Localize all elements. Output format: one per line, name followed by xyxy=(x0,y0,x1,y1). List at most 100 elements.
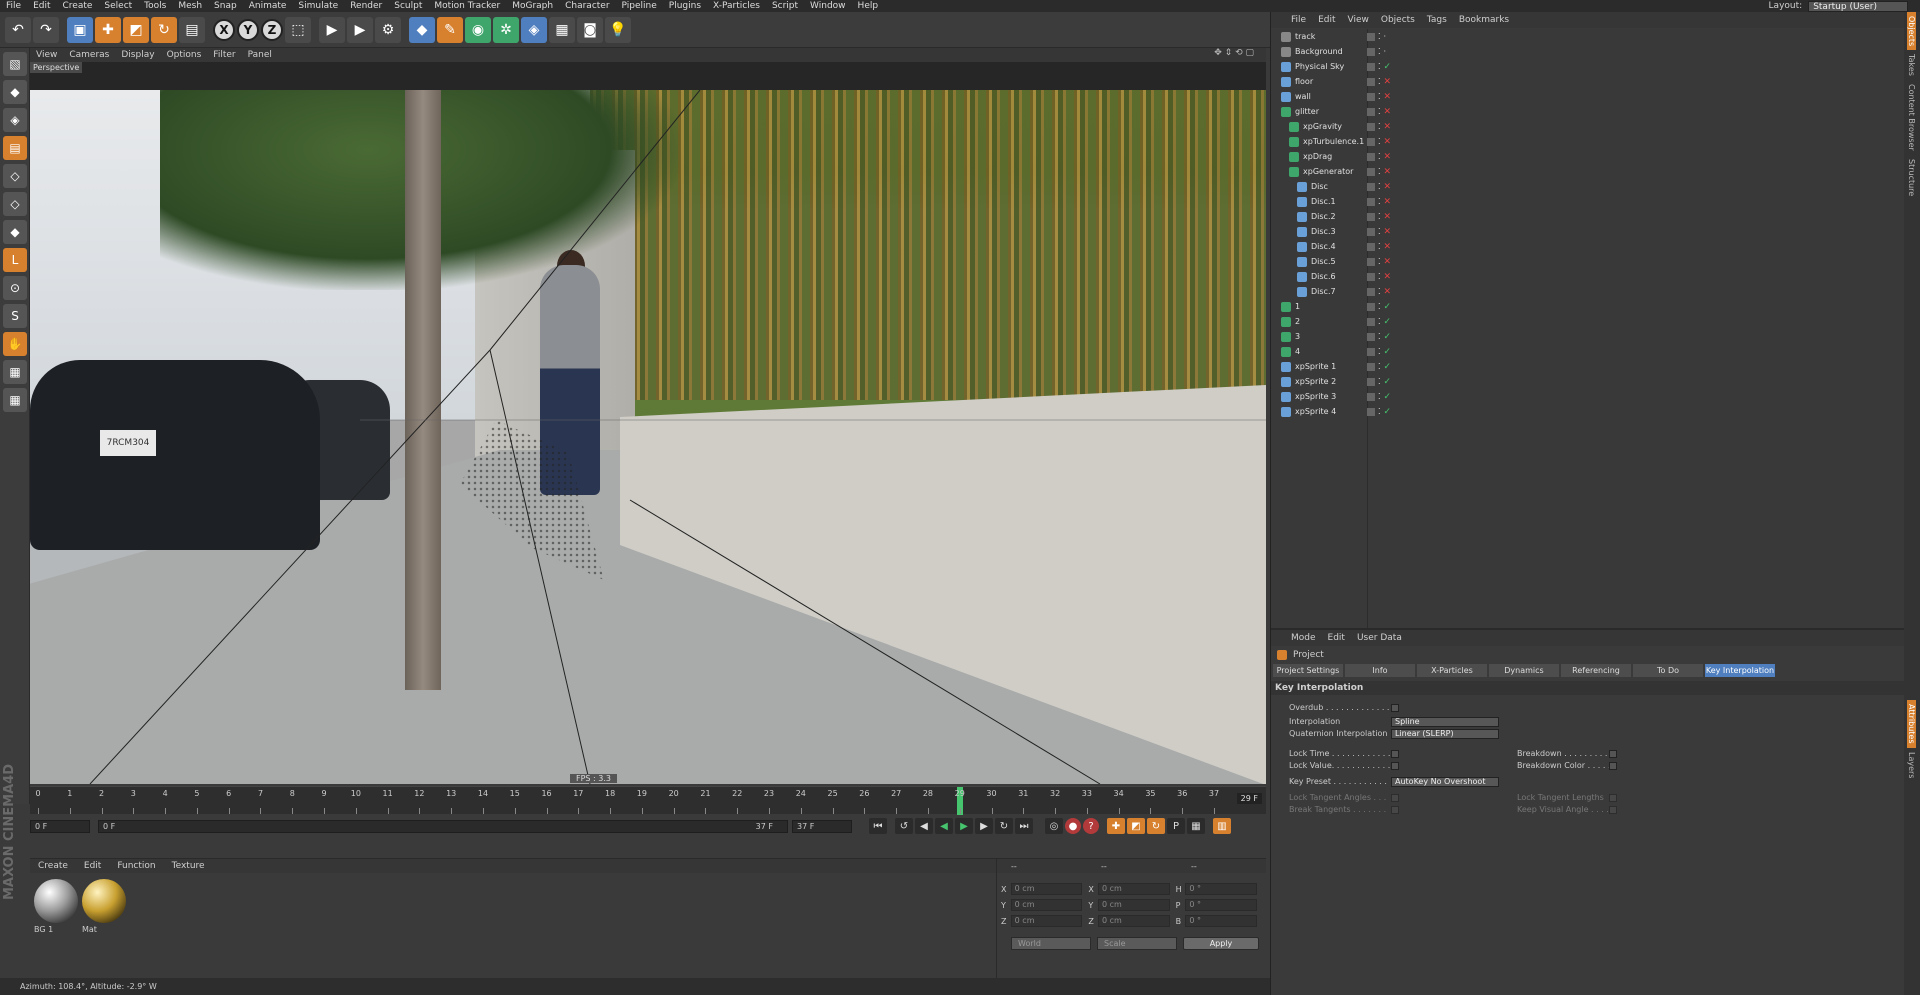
play-backward-icon[interactable]: ◀ xyxy=(935,818,953,834)
disabled-x-icon[interactable]: ✕ xyxy=(1384,92,1392,102)
layer-swatch-icon[interactable] xyxy=(1367,392,1375,401)
side-tab-takes[interactable]: Takes xyxy=(1907,50,1916,80)
layer-swatch-icon[interactable] xyxy=(1367,362,1375,371)
keep-visual-angle-checkbox[interactable] xyxy=(1609,806,1617,814)
object-row[interactable]: xpTurbulence.1 ⁚ ✕ xyxy=(1271,134,1905,149)
breakdown-checkbox[interactable] xyxy=(1609,750,1617,758)
disabled-x-icon[interactable]: ✕ xyxy=(1384,167,1392,177)
enabled-check-icon[interactable]: ✓ xyxy=(1384,377,1392,387)
disabled-x-icon[interactable]: ✕ xyxy=(1384,242,1392,252)
object-row[interactable]: xpSprite 2 ⁚ ✓ xyxy=(1271,374,1905,389)
subdivision-icon[interactable]: ◉ xyxy=(465,16,491,43)
camera-icon[interactable]: ◙ xyxy=(577,16,603,43)
object-row[interactable]: Disc ⁚ ✕ xyxy=(1271,179,1905,194)
material-menu-texture[interactable]: Texture xyxy=(164,861,213,871)
record-keys-icon[interactable]: ● xyxy=(1065,818,1081,834)
object-row[interactable]: Background ⁚ · xyxy=(1271,44,1905,59)
overdub-checkbox[interactable] xyxy=(1391,704,1399,712)
object-row[interactable]: Physical Sky ⁚ ✓ xyxy=(1271,59,1905,74)
visibility-dots-icon[interactable]: ⁚ xyxy=(1378,107,1381,116)
attribute-menu-mode[interactable]: Mode xyxy=(1285,633,1322,643)
viewport-menu-cameras[interactable]: Cameras xyxy=(63,50,115,60)
disabled-x-icon[interactable]: ✕ xyxy=(1384,152,1392,162)
z-axis-icon[interactable]: Z xyxy=(261,18,283,41)
menu-item-help[interactable]: Help xyxy=(852,1,885,11)
object-row[interactable]: Disc.2 ⁚ ✕ xyxy=(1271,209,1905,224)
visibility-dots-icon[interactable]: ⁚ xyxy=(1378,212,1381,221)
enabled-check-icon[interactable]: ✓ xyxy=(1384,62,1392,72)
layer-swatch-icon[interactable] xyxy=(1367,167,1375,176)
world-select[interactable]: World xyxy=(1011,937,1091,950)
material-menu-create[interactable]: Create xyxy=(30,861,76,871)
disabled-x-icon[interactable]: ✕ xyxy=(1384,287,1392,297)
viewport[interactable]: Perspective 7RCM304 FPS : 3.3 xyxy=(30,62,1266,784)
planar-workplane-icon[interactable]: ▦ xyxy=(3,388,27,412)
menu-item-file[interactable]: File xyxy=(0,1,27,11)
layer-swatch-icon[interactable] xyxy=(1367,347,1375,356)
cube-icon[interactable]: ◆ xyxy=(409,16,435,43)
coord-value-field[interactable]: 0 ° xyxy=(1185,915,1257,927)
visibility-dots-icon[interactable]: ⁚ xyxy=(1378,257,1381,266)
keyframe-selection-icon[interactable]: ◎ xyxy=(1045,818,1063,834)
viewport-menu-filter[interactable]: Filter xyxy=(207,50,241,60)
timeline-window-icon[interactable]: ▥ xyxy=(1213,818,1231,834)
tab-x-particles[interactable]: X-Particles xyxy=(1417,664,1487,677)
layer-swatch-icon[interactable] xyxy=(1367,77,1375,86)
break-tangents-checkbox[interactable] xyxy=(1391,806,1399,814)
range-slider[interactable]: 0 F 37 F xyxy=(98,819,788,833)
coord-value-field[interactable]: 0 cm xyxy=(1010,883,1083,895)
material-swatch[interactable]: BG 1 xyxy=(34,879,78,939)
object-menu-edit[interactable]: Edit xyxy=(1312,15,1341,25)
key-position-icon[interactable]: ✚ xyxy=(1107,818,1125,834)
object-menu-objects[interactable]: Objects xyxy=(1375,15,1421,25)
menu-item-mograph[interactable]: MoGraph xyxy=(506,1,559,11)
object-row[interactable]: xpDrag ⁚ ✕ xyxy=(1271,149,1905,164)
apply-button[interactable]: Apply xyxy=(1183,937,1259,950)
menu-item-plugins[interactable]: Plugins xyxy=(663,1,707,11)
menu-item-script[interactable]: Script xyxy=(766,1,804,11)
tab-to-do[interactable]: To Do xyxy=(1633,664,1703,677)
layout-select[interactable]: Startup (User) xyxy=(1808,0,1908,12)
visibility-dots-icon[interactable]: ⁚ xyxy=(1378,122,1381,131)
layer-swatch-icon[interactable] xyxy=(1367,407,1375,416)
y-axis-icon[interactable]: Y xyxy=(237,18,259,41)
menu-item-select[interactable]: Select xyxy=(98,1,138,11)
play-forward-icon[interactable]: ▶ xyxy=(955,818,973,834)
enabled-check-icon[interactable]: ✓ xyxy=(1384,317,1392,327)
visibility-dots-icon[interactable]: ⁚ xyxy=(1378,287,1381,296)
visibility-dots-icon[interactable]: ⁚ xyxy=(1378,152,1381,161)
disabled-x-icon[interactable]: ✕ xyxy=(1384,227,1392,237)
viewport-menu-display[interactable]: Display xyxy=(115,50,160,60)
material-menu-function[interactable]: Function xyxy=(109,861,163,871)
object-row[interactable]: xpSprite 3 ⁚ ✓ xyxy=(1271,389,1905,404)
neutral-icon[interactable]: · xyxy=(1384,47,1387,56)
object-row[interactable]: xpSprite 4 ⁚ ✓ xyxy=(1271,404,1905,419)
visibility-dots-icon[interactable]: ⁚ xyxy=(1378,77,1381,86)
render-picture-viewer-icon[interactable]: ▶ xyxy=(347,16,373,43)
attribute-menu-user-data[interactable]: User Data xyxy=(1351,633,1408,643)
visibility-dots-icon[interactable]: ⁚ xyxy=(1378,47,1381,56)
goto-end-icon[interactable]: ⏭ xyxy=(1015,818,1033,834)
attribute-menu-edit[interactable]: Edit xyxy=(1322,633,1351,643)
object-row[interactable]: 4 ⁚ ✓ xyxy=(1271,344,1905,359)
disabled-x-icon[interactable]: ✕ xyxy=(1384,77,1392,87)
start-frame-field[interactable]: 0 F xyxy=(30,819,90,833)
menu-item-sculpt[interactable]: Sculpt xyxy=(388,1,428,11)
visibility-dots-icon[interactable]: ⁚ xyxy=(1378,272,1381,281)
layer-swatch-icon[interactable] xyxy=(1367,62,1375,71)
viewport-menu-view[interactable]: View xyxy=(30,50,63,60)
cloner-icon[interactable]: ✲ xyxy=(493,16,519,43)
visibility-dots-icon[interactable]: ⁚ xyxy=(1378,332,1381,341)
quaternion-select[interactable]: Linear (SLERP) xyxy=(1391,729,1499,739)
goto-start-icon[interactable]: ⏮ xyxy=(869,818,887,834)
visibility-dots-icon[interactable]: ⁚ xyxy=(1378,137,1381,146)
object-row[interactable]: floor ⁚ ✕ xyxy=(1271,74,1905,89)
tweak-mode-icon[interactable]: ⊙ xyxy=(3,276,27,300)
lock-workplane-icon[interactable]: ▦ xyxy=(3,360,27,384)
disabled-x-icon[interactable]: ✕ xyxy=(1384,182,1392,192)
object-row[interactable]: Disc.7 ⁚ ✕ xyxy=(1271,284,1905,299)
layer-swatch-icon[interactable] xyxy=(1367,242,1375,251)
disabled-x-icon[interactable]: ✕ xyxy=(1384,122,1392,132)
enabled-check-icon[interactable]: ✓ xyxy=(1384,302,1392,312)
render-view-icon[interactable]: ▶ xyxy=(319,16,345,43)
